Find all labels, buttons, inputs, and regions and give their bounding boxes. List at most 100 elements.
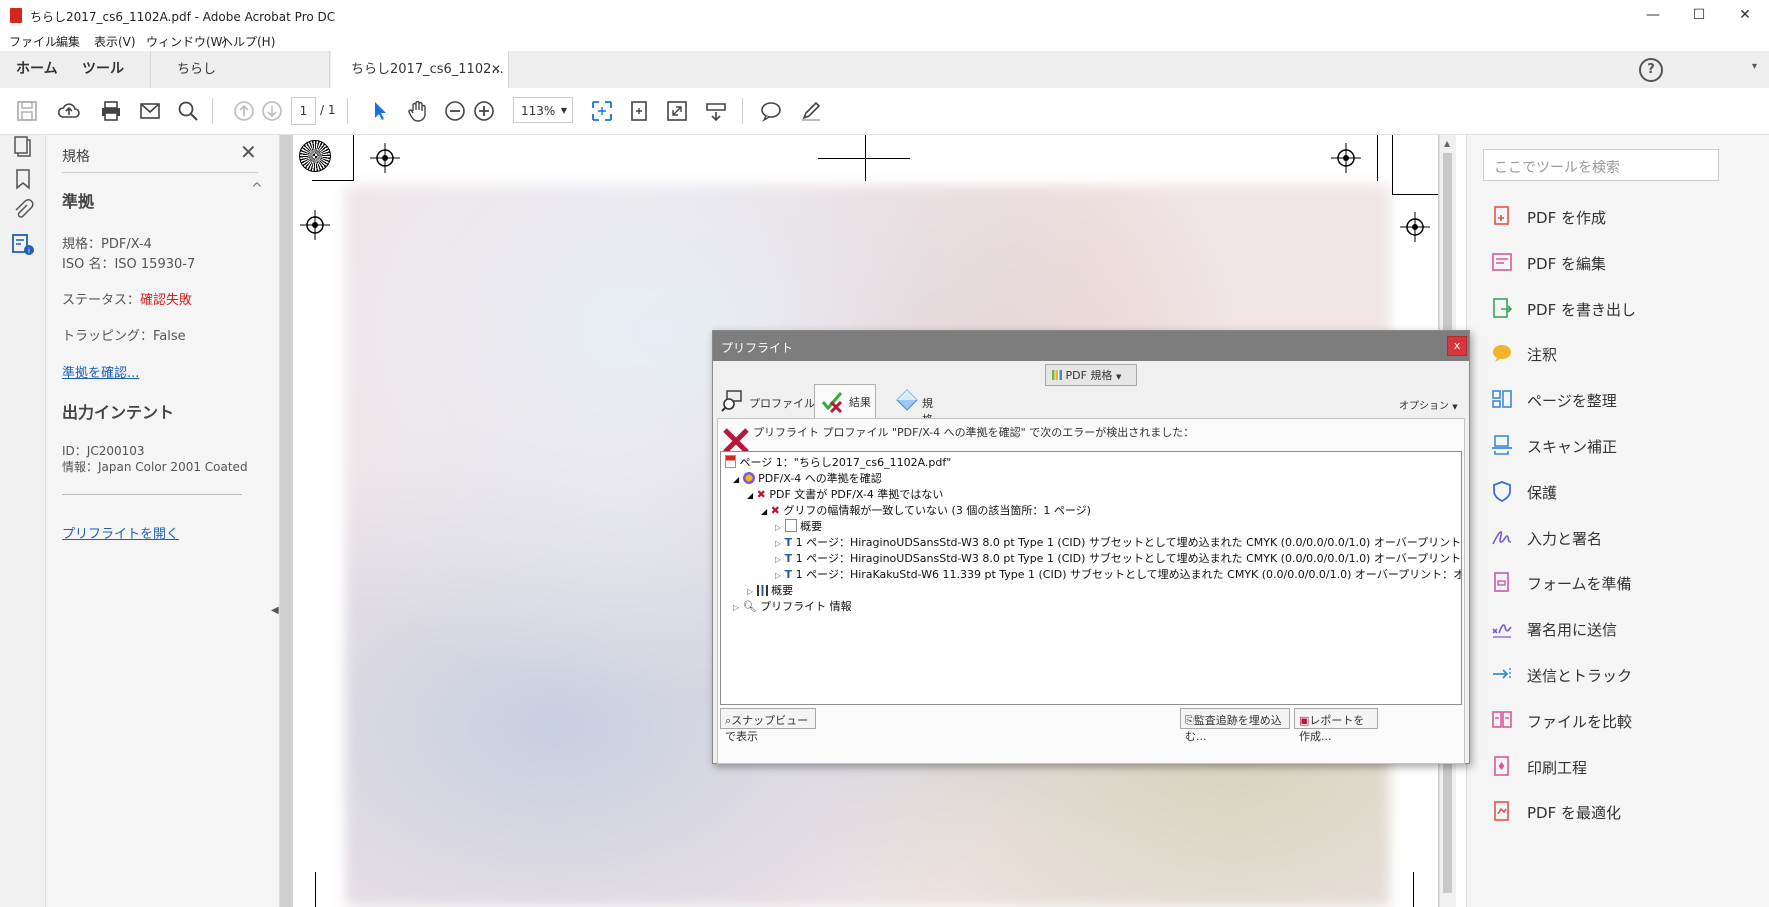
tool-item-edit-pdf[interactable]: PDF を編集 [1467, 243, 1767, 283]
zoom-level-dropdown[interactable]: 113% ▼ [513, 97, 573, 123]
status-value: 確認失敗 [140, 293, 193, 308]
full-screen-icon[interactable] [665, 99, 689, 123]
tool-item-protect[interactable]: 保護 [1467, 472, 1767, 512]
window-title: ちらし2017_cs6_1102A.pdf - Adobe Acrobat Pr… [30, 10, 336, 24]
text-font-icon: T [784, 568, 793, 581]
help-icon[interactable]: ? [1639, 58, 1663, 82]
tree-item-not-compliant[interactable]: ◢ ✖ PDF 文書が PDF/X-4 準拠ではない [747, 486, 943, 502]
tool-item-prepare-form[interactable]: フォームを準備 [1467, 563, 1767, 603]
hand-tool-icon[interactable] [406, 99, 430, 123]
output-intent-heading: 出力インテント [62, 403, 175, 422]
scroll-mode-icon[interactable] [627, 99, 651, 123]
page-thumbnails-icon[interactable] [11, 135, 35, 159]
tree-item-overview[interactable]: ▷ 概要 [747, 582, 793, 598]
crop-mark [315, 872, 316, 907]
tree-item-font-3[interactable]: ▷ T 1 ページ：HiraKakuStd-W6 11.339 pt Type … [775, 566, 1461, 582]
minimize-button[interactable]: — [1630, 0, 1676, 31]
tool-item-comment[interactable]: 注釈 [1467, 334, 1767, 374]
comment-bubble-icon[interactable] [759, 99, 783, 123]
create-report-button[interactable]: ▣レポートを作成... [1294, 708, 1378, 743]
close-tab-icon[interactable]: ✕ [491, 51, 501, 88]
menu-edit[interactable]: 編集 [56, 33, 80, 50]
zoom-out-icon[interactable] [443, 99, 467, 123]
options-menu[interactable]: オプション ▼ [1399, 397, 1458, 412]
tree-item-glyph-width[interactable]: ◢ ✖ グリフの幅情報が一致していない (3 個の該当箇所：1 ページ) [761, 502, 1091, 518]
tree-item-label: PDF/X-4 への準拠を確認 [758, 472, 882, 485]
search-icon[interactable] [176, 99, 200, 123]
tool-item-label: PDF を書き出し [1527, 300, 1636, 319]
tree-item-page[interactable]: ページ 1："ちらし2017_cs6_1102A.pdf" [725, 454, 951, 470]
panel-header: 規格 [62, 149, 90, 165]
tree-item-font-1[interactable]: ▷ T 1 ページ：HiraginoUDSansStd-W3 8.0 pt Ty… [775, 534, 1461, 550]
tool-item-optimize-pdf[interactable]: PDF を最適化 [1467, 792, 1767, 832]
standards-icon[interactable]: i [10, 231, 36, 257]
tab-results[interactable]: 結果 [814, 384, 876, 419]
tool-item-label: PDF を編集 [1527, 254, 1606, 273]
bookmark-icon[interactable] [11, 167, 35, 191]
tool-item-fill-sign[interactable]: 入力と署名 [1467, 518, 1767, 558]
tool-item-compare[interactable]: ファイルを比較 [1467, 701, 1767, 741]
report-icon: ▣ [1299, 714, 1310, 727]
svg-text:i: i [28, 247, 30, 255]
tool-item-export-pdf[interactable]: PDF を書き出し [1467, 289, 1767, 329]
read-mode-icon[interactable] [704, 99, 728, 123]
menu-view[interactable]: 表示(V) [94, 33, 136, 50]
save-icon[interactable] [15, 99, 39, 123]
verify-compliance-link[interactable]: 準拠を確認... [62, 362, 139, 381]
send-track-icon [1493, 668, 1511, 680]
snap-view-button[interactable]: ⌕スナップビューで表示 [720, 708, 816, 743]
tool-item-send-for-signature[interactable]: 署名用に送信 [1467, 609, 1767, 649]
preflight-title-bar[interactable]: プリフライト x [713, 331, 1469, 361]
scan-icon [1492, 435, 1512, 455]
tab-document-1[interactable]: ちらし2017_cs6_1102... [150, 51, 330, 114]
menu-bar: ファイル 編集 表示(V) ウィンドウ(W) ヘルプ(H) [0, 31, 1769, 51]
attachment-icon[interactable] [11, 198, 35, 222]
fit-page-icon[interactable] [590, 99, 614, 123]
print-icon[interactable] [99, 99, 123, 123]
tool-item-create-pdf[interactable]: PDF を作成 [1467, 197, 1767, 237]
chevron-down-icon: ▼ [1452, 403, 1458, 411]
tool-item-send-track[interactable]: 送信とトラック [1467, 655, 1767, 695]
select-pointer-icon[interactable] [368, 99, 392, 123]
maximize-button[interactable]: ☐ [1676, 0, 1722, 31]
tool-item-scan[interactable]: スキャン補正 [1467, 426, 1767, 466]
close-window-button[interactable]: ✕ [1722, 0, 1768, 31]
preflight-mode-dropdown[interactable]: PDF 規格 ▼ [1045, 364, 1137, 386]
collapse-chevron-icon[interactable]: ^ [251, 181, 263, 197]
tree-item-preflight-info[interactable]: ▷ 🔍︎ プリフライト 情報 [733, 598, 852, 614]
toolbar-separator [742, 98, 743, 124]
tool-item-label: スキャン補正 [1527, 438, 1618, 456]
upload-cloud-icon[interactable] [57, 99, 81, 123]
email-icon[interactable] [138, 99, 162, 123]
previous-page-icon[interactable] [232, 99, 256, 123]
page-total: / 1 [320, 103, 336, 117]
menu-window[interactable]: ウィンドウ(W) [146, 33, 227, 50]
tool-search-input[interactable]: ここでツールを検索 [1483, 149, 1719, 181]
tab-tools[interactable]: ツール [82, 51, 124, 88]
expanded-triangle-icon: ◢ [733, 475, 740, 484]
close-panel-icon[interactable]: ✕ [240, 140, 257, 164]
highlight-pen-icon[interactable] [799, 99, 823, 123]
scroll-up-arrow-icon[interactable]: ▲ [1444, 139, 1450, 148]
tree-item-summary[interactable]: ▷ 概要 [775, 518, 822, 534]
preflight-dialog: プリフライト x PDF 規格 ▼ プロファイル 結果 規格 オプション ▼ プ… [712, 330, 1470, 764]
embed-audit-trail-button[interactable]: ⎘監査追跡を埋め込む... [1180, 708, 1290, 743]
tree-item-font-2[interactable]: ▷ T 1 ページ：HiraginoUDSansStd-W3 8.0 pt Ty… [775, 550, 1462, 566]
tree-item-label: 1 ページ：HiraginoUDSansStd-W3 8.0 pt Type 1… [795, 552, 1462, 565]
page-number-input[interactable]: 1 [291, 97, 316, 125]
tool-item-organize-pages[interactable]: ページを整理 [1467, 380, 1767, 420]
results-tree[interactable]: ページ 1："ちらし2017_cs6_1102A.pdf" ◢ PDF/X-4 … [720, 451, 1462, 705]
next-page-icon[interactable] [260, 99, 284, 123]
tool-item-print-production[interactable]: 印刷工程 [1467, 747, 1767, 787]
collapse-panel-arrow-icon[interactable]: ◀ [271, 605, 279, 616]
menu-help[interactable]: ヘルプ(H) [221, 33, 275, 50]
zoom-in-icon[interactable] [472, 99, 496, 123]
tab-document-2[interactable]: ちらし2017_cs6_1102... ✕ [331, 51, 509, 89]
preflight-close-button[interactable]: x [1447, 336, 1467, 356]
tree-item-profile[interactable]: ◢ PDF/X-4 への準拠を確認 [733, 470, 882, 486]
tab-home[interactable]: ホーム [16, 51, 58, 88]
output-intent-id: ID：JC200103 [62, 444, 145, 458]
open-preflight-link[interactable]: プリフライトを開く [62, 523, 179, 542]
more-options-icon[interactable]: ▾ [1752, 61, 1757, 72]
menu-file[interactable]: ファイル [9, 33, 57, 50]
